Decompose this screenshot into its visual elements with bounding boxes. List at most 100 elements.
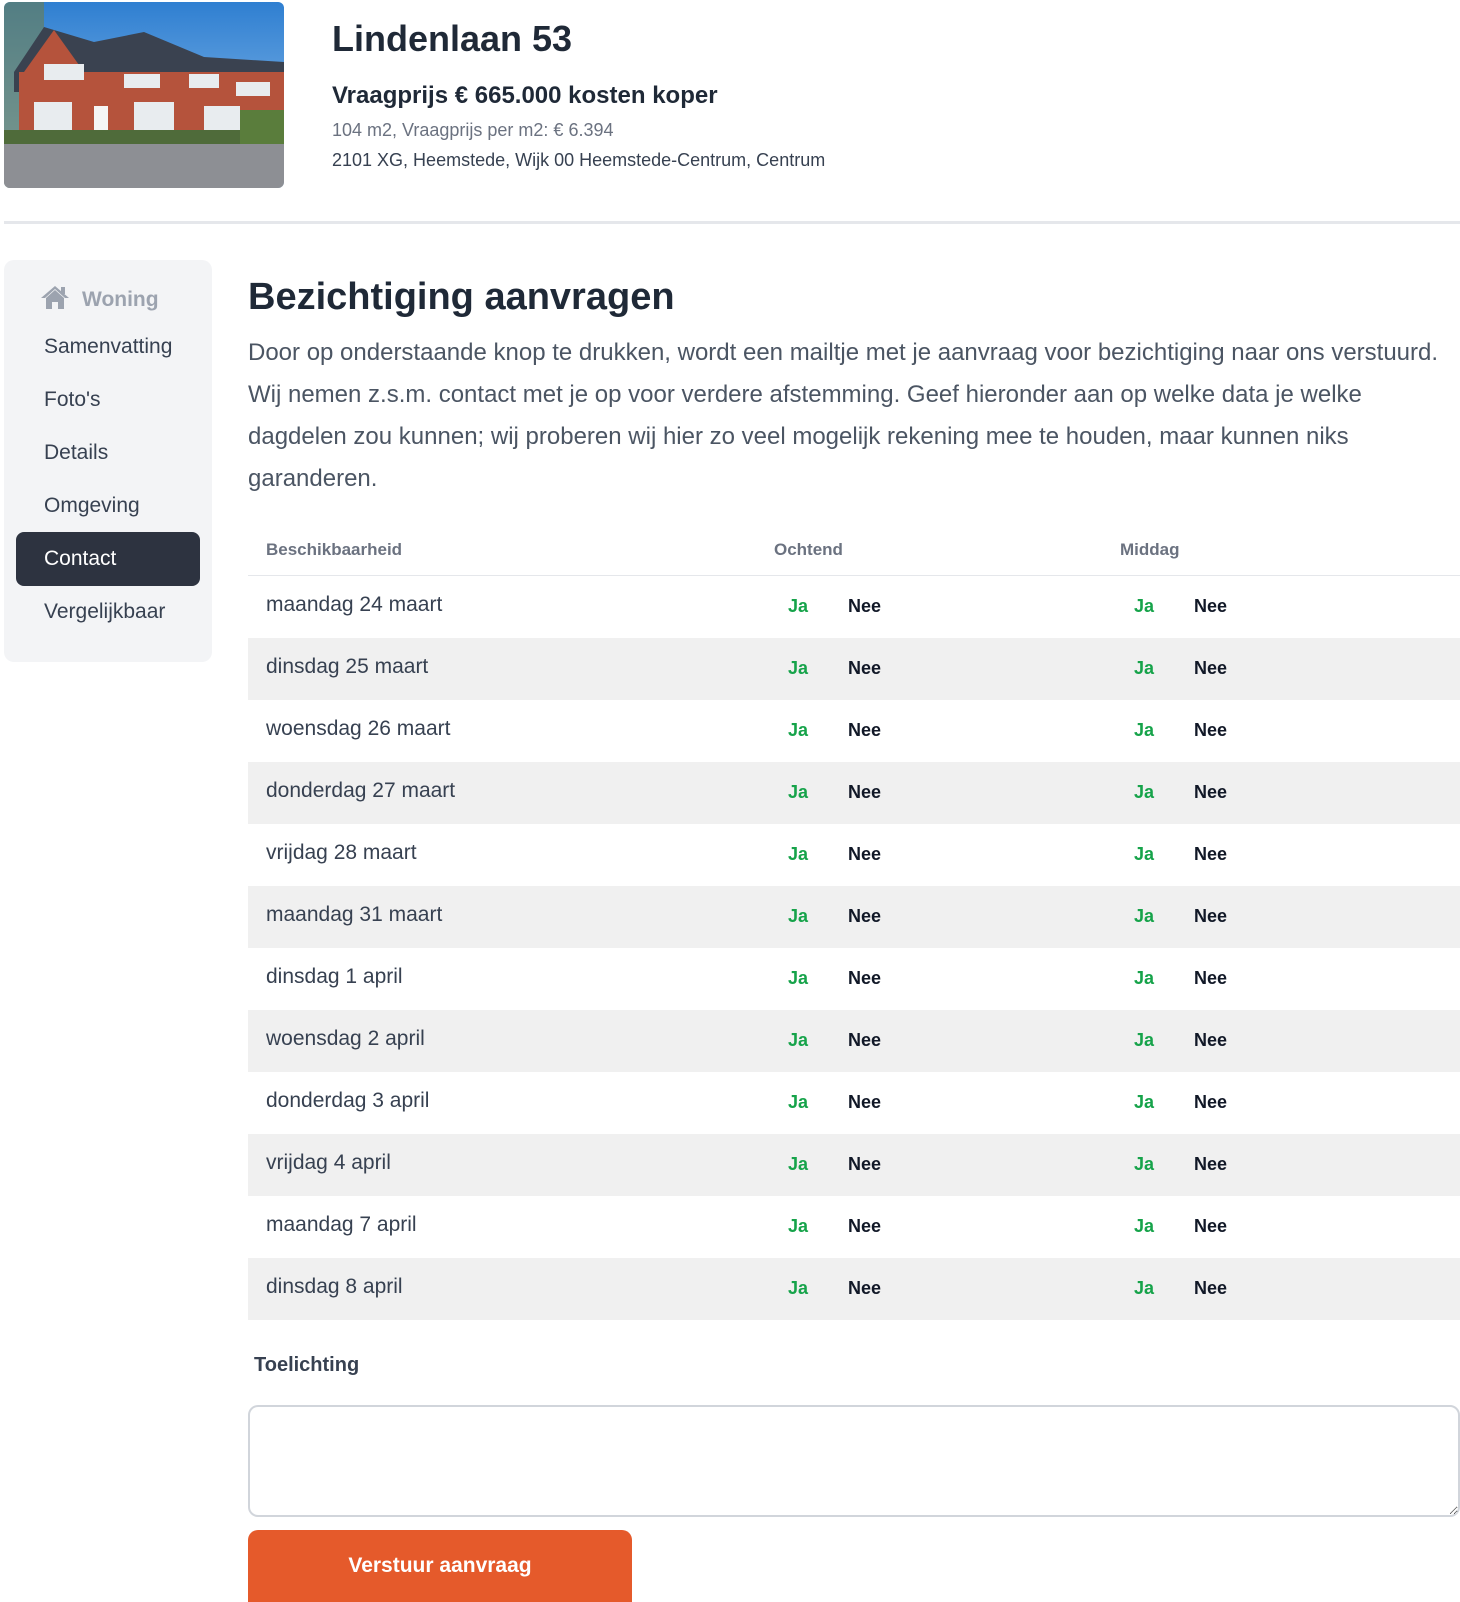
listing-address: 2101 XG, Heemstede, Wijk 00 Heemstede-Ce…: [332, 150, 826, 170]
morning-yes-option[interactable]: Ja: [788, 782, 808, 803]
sidebar-item-contact[interactable]: Contact: [16, 532, 200, 586]
morning-no-option[interactable]: Nee: [848, 658, 881, 679]
header-availability: Beschikbaarheid: [266, 540, 403, 559]
section-title: Bezichtiging aanvragen: [248, 276, 675, 318]
morning-no-option[interactable]: Nee: [848, 1278, 881, 1299]
morning-no-option[interactable]: Nee: [848, 1030, 881, 1051]
header-divider: [4, 221, 1460, 224]
morning-no-option[interactable]: Nee: [848, 1092, 881, 1113]
afternoon-no-option[interactable]: Nee: [1194, 782, 1227, 803]
table-row: donderdag 3 april Ja Nee Ja Nee: [248, 1072, 1460, 1134]
table-row: dinsdag 25 maart Ja Nee Ja Nee: [248, 638, 1460, 700]
sidebar-heading[interactable]: Woning: [40, 282, 159, 318]
afternoon-no-option[interactable]: Nee: [1194, 1278, 1227, 1299]
morning-yes-option[interactable]: Ja: [788, 968, 808, 989]
morning-yes-option[interactable]: Ja: [788, 1092, 808, 1113]
row-date: maandag 24 maart: [266, 593, 443, 616]
intro-text: Door op onderstaande knop te drukken, wo…: [248, 339, 1439, 492]
afternoon-no-option[interactable]: Nee: [1194, 906, 1227, 927]
sidebar-item-omgeving[interactable]: Omgeving: [16, 479, 200, 533]
row-date: donderdag 27 maart: [266, 779, 456, 802]
afternoon-yes-option[interactable]: Ja: [1134, 720, 1154, 741]
morning-no-option[interactable]: Nee: [848, 596, 881, 617]
afternoon-yes-option[interactable]: Ja: [1134, 1216, 1154, 1237]
afternoon-no-option[interactable]: Nee: [1194, 1092, 1227, 1113]
row-date: dinsdag 25 maart: [266, 655, 429, 678]
header-afternoon: Middag: [1120, 540, 1180, 559]
listing-header: Lindenlaan 53 Vraagprijs € 665.000 koste…: [0, 0, 1460, 225]
morning-yes-option[interactable]: Ja: [788, 596, 808, 617]
afternoon-yes-option[interactable]: Ja: [1134, 596, 1154, 617]
afternoon-no-option[interactable]: Nee: [1194, 1030, 1227, 1051]
morning-yes-option[interactable]: Ja: [788, 1154, 808, 1175]
sidebar-item-fotos[interactable]: Foto's: [16, 373, 200, 427]
notes-textarea[interactable]: [248, 1405, 1460, 1517]
table-row: vrijdag 4 april Ja Nee Ja Nee: [248, 1134, 1460, 1196]
table-row: woensdag 2 april Ja Nee Ja Nee: [248, 1010, 1460, 1072]
listing-size-info: 104 m2, Vraagprijs per m2: € 6.394: [332, 120, 614, 140]
sidebar-nav: Woning Samenvatting Foto's Details Omgev…: [4, 260, 212, 662]
afternoon-no-option[interactable]: Nee: [1194, 1154, 1227, 1175]
morning-yes-option[interactable]: Ja: [788, 658, 808, 679]
morning-no-option[interactable]: Nee: [848, 782, 881, 803]
listing-title: Lindenlaan 53: [332, 18, 573, 59]
row-date: dinsdag 8 april: [266, 1275, 403, 1298]
afternoon-yes-option[interactable]: Ja: [1134, 658, 1154, 679]
table-row: maandag 24 maart Ja Nee Ja Nee: [248, 576, 1460, 638]
morning-yes-option[interactable]: Ja: [788, 720, 808, 741]
table-row: vrijdag 28 maart Ja Nee Ja Nee: [248, 824, 1460, 886]
home-icon: [40, 284, 70, 316]
afternoon-yes-option[interactable]: Ja: [1134, 1278, 1154, 1299]
afternoon-yes-option[interactable]: Ja: [1134, 1030, 1154, 1051]
sidebar-heading-label: Woning: [82, 288, 159, 311]
afternoon-yes-option[interactable]: Ja: [1134, 906, 1154, 927]
header-morning: Ochtend: [774, 540, 843, 559]
table-row: donderdag 27 maart Ja Nee Ja Nee: [248, 762, 1460, 824]
row-date: donderdag 3 april: [266, 1089, 430, 1112]
morning-yes-option[interactable]: Ja: [788, 844, 808, 865]
morning-yes-option[interactable]: Ja: [788, 1216, 808, 1237]
row-date: maandag 7 april: [266, 1213, 417, 1236]
morning-no-option[interactable]: Nee: [848, 968, 881, 989]
house-photo[interactable]: [4, 2, 284, 188]
row-date: vrijdag 4 april: [266, 1151, 391, 1174]
afternoon-no-option[interactable]: Nee: [1194, 720, 1227, 741]
table-row: woensdag 26 maart Ja Nee Ja Nee: [248, 700, 1460, 762]
table-row: dinsdag 1 april Ja Nee Ja Nee: [248, 948, 1460, 1010]
afternoon-no-option[interactable]: Nee: [1194, 844, 1227, 865]
morning-no-option[interactable]: Nee: [848, 720, 881, 741]
row-date: maandag 31 maart: [266, 903, 443, 926]
row-date: woensdag 2 april: [266, 1027, 425, 1050]
morning-yes-option[interactable]: Ja: [788, 1278, 808, 1299]
afternoon-no-option[interactable]: Nee: [1194, 968, 1227, 989]
morning-no-option[interactable]: Nee: [848, 844, 881, 865]
afternoon-no-option[interactable]: Nee: [1194, 658, 1227, 679]
table-row: dinsdag 8 april Ja Nee Ja Nee: [248, 1258, 1460, 1320]
afternoon-yes-option[interactable]: Ja: [1134, 844, 1154, 865]
morning-no-option[interactable]: Nee: [848, 1216, 881, 1237]
sidebar-item-details[interactable]: Details: [16, 426, 200, 480]
row-date: woensdag 26 maart: [266, 717, 451, 740]
sidebar-item-vergelijkbaar[interactable]: Vergelijkbaar: [16, 585, 200, 639]
afternoon-no-option[interactable]: Nee: [1194, 596, 1227, 617]
table-body: maandag 24 maart Ja Nee Ja Nee dinsdag 25 maa…: [248, 576, 1460, 1320]
submit-request-button[interactable]: Verstuur aanvraag: [248, 1530, 632, 1602]
morning-yes-option[interactable]: Ja: [788, 1030, 808, 1051]
morning-no-option[interactable]: Nee: [848, 1154, 881, 1175]
row-date: vrijdag 28 maart: [266, 841, 417, 864]
morning-yes-option[interactable]: Ja: [788, 906, 808, 927]
afternoon-yes-option[interactable]: Ja: [1134, 1154, 1154, 1175]
table-header: Beschikbaarheid Ochtend Middag: [248, 527, 1460, 576]
notes-label: Toelichting: [254, 1354, 360, 1376]
afternoon-no-option[interactable]: Nee: [1194, 1216, 1227, 1237]
row-date: dinsdag 1 april: [266, 965, 403, 988]
availability-table: Beschikbaarheid Ochtend Middag maandag 2…: [248, 527, 1460, 1320]
listing-price: Vraagprijs € 665.000 kosten koper: [332, 82, 718, 109]
morning-no-option[interactable]: Nee: [848, 906, 881, 927]
afternoon-yes-option[interactable]: Ja: [1134, 782, 1154, 803]
afternoon-yes-option[interactable]: Ja: [1134, 968, 1154, 989]
sidebar-item-samenvatting[interactable]: Samenvatting: [16, 320, 200, 374]
afternoon-yes-option[interactable]: Ja: [1134, 1092, 1154, 1113]
table-row: maandag 31 maart Ja Nee Ja Nee: [248, 886, 1460, 948]
table-row: maandag 7 april Ja Nee Ja Nee: [248, 1196, 1460, 1258]
